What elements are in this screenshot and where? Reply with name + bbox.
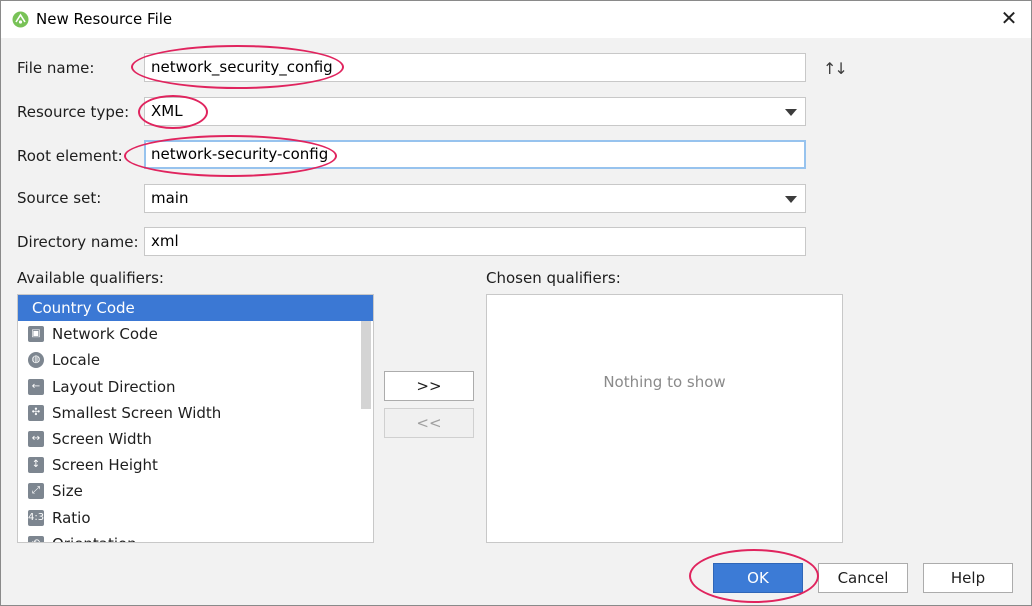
- directory-name-input[interactable]: xml: [144, 227, 806, 256]
- file-name-input[interactable]: network_security_config: [144, 53, 806, 82]
- list-item[interactable]: ⤢ Size: [18, 478, 373, 504]
- smallest-width-icon: ✣: [28, 404, 44, 421]
- cancel-button[interactable]: Cancel: [818, 563, 908, 593]
- list-item[interactable]: ✣ Smallest Screen Width: [18, 400, 373, 426]
- list-scrollbar[interactable]: [361, 321, 371, 409]
- root-element-label: Root element:: [17, 147, 123, 165]
- ratio-icon: 4:3: [28, 509, 44, 526]
- list-item[interactable]: Country Code: [18, 295, 373, 322]
- list-item[interactable]: ↕ Screen Height: [18, 452, 373, 478]
- directory-name-label: Directory name:: [17, 233, 139, 251]
- file-name-label: File name:: [17, 59, 95, 77]
- help-button[interactable]: Help: [923, 563, 1013, 593]
- android-studio-icon: [12, 11, 29, 28]
- available-qualifiers-list[interactable]: Country Code ▣ Network Code ◍ Locale ← L…: [17, 294, 374, 543]
- remove-qualifier-button[interactable]: <<: [384, 408, 474, 438]
- chosen-qualifiers-list[interactable]: Nothing to show: [486, 294, 843, 543]
- ok-button[interactable]: OK: [713, 563, 803, 593]
- sort-icon[interactable]: ↑↓: [823, 59, 848, 78]
- empty-state-text: Nothing to show: [603, 373, 726, 391]
- source-set-value: main: [151, 189, 189, 207]
- chevron-down-icon: [785, 196, 797, 203]
- size-icon: ⤢: [28, 483, 44, 500]
- screen-width-icon: ↔: [28, 430, 44, 447]
- add-qualifier-button[interactable]: >>: [384, 371, 474, 401]
- list-item[interactable]: ⟲ Orientation: [18, 531, 373, 542]
- screen-height-icon: ↕: [28, 457, 44, 474]
- list-item[interactable]: ← Layout Direction: [18, 374, 373, 400]
- resource-type-value: XML: [151, 102, 183, 120]
- source-set-label: Source set:: [17, 189, 102, 207]
- resource-type-select[interactable]: XML: [144, 97, 806, 126]
- chevron-down-icon: [785, 109, 797, 116]
- dialog-window: New Resource File ✕ File name: network_s…: [0, 0, 1032, 606]
- available-qualifiers-label: Available qualifiers:: [17, 269, 164, 287]
- root-element-input[interactable]: network-security-config: [144, 140, 806, 169]
- globe-icon: ◍: [28, 352, 44, 369]
- list-item[interactable]: ◍ Locale: [18, 347, 373, 373]
- source-set-select[interactable]: main: [144, 184, 806, 213]
- list-item[interactable]: 4:3 Ratio: [18, 505, 373, 531]
- close-icon[interactable]: ✕: [997, 6, 1021, 30]
- chosen-qualifiers-label: Chosen qualifiers:: [486, 269, 621, 287]
- list-item[interactable]: ▣ Network Code: [18, 321, 373, 347]
- window-title: New Resource File: [36, 10, 173, 28]
- resource-type-label: Resource type:: [17, 103, 130, 121]
- orientation-icon: ⟲: [28, 535, 44, 542]
- network-code-icon: ▣: [28, 326, 44, 343]
- layout-direction-icon: ←: [28, 378, 44, 395]
- title-bar: New Resource File ✕: [1, 1, 1031, 38]
- list-item[interactable]: ↔ Screen Width: [18, 426, 373, 452]
